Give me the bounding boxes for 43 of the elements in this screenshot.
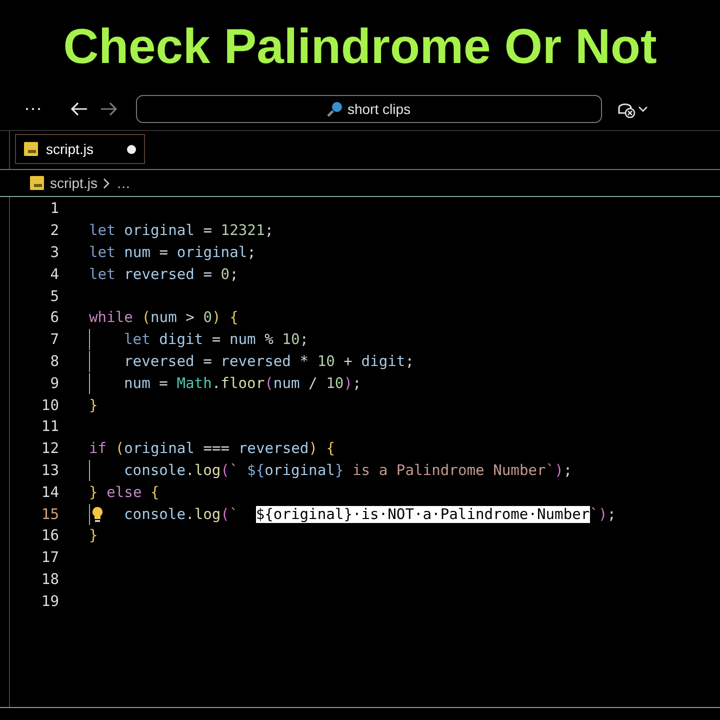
- line-number: 1: [49, 200, 59, 218]
- code-line: let num = original;: [89, 244, 256, 261]
- line-number: 9: [49, 374, 59, 392]
- video-headline: Check Palindrome Or Not: [62, 19, 658, 76]
- chevron-down-icon[interactable]: [638, 105, 648, 113]
- line-number: 16: [40, 527, 59, 544]
- js-file-icon: [30, 176, 44, 190]
- code-line: reversed = reversed * 10 + digit;: [89, 350, 414, 372]
- code-line: } else {: [89, 484, 160, 501]
- code-line: }: [89, 527, 98, 544]
- code-line: console.log(` ${original} is a Palindrome Number`);: [89, 460, 572, 481]
- chevron-right-icon: [103, 178, 110, 188]
- more-icon[interactable]: ⋯: [24, 98, 64, 120]
- line-number: 12: [40, 440, 59, 458]
- breadcrumb-item[interactable]: script.js: [50, 175, 98, 191]
- line-number: 14: [40, 484, 59, 501]
- line-number: 2: [49, 222, 59, 240]
- code-line: let original = 12321;: [89, 222, 274, 240]
- code-line: }: [89, 396, 98, 414]
- code-line: if (original === reversed) {: [89, 440, 336, 458]
- line-number: 8: [49, 352, 59, 370]
- code-line: num = Math.floor(num / 10);: [89, 372, 362, 394]
- line-number: 4: [49, 266, 59, 283]
- editor-tab[interactable]: script.js: [15, 134, 145, 164]
- line-number: 19: [40, 592, 59, 610]
- code-line: while (num > 0) {: [89, 309, 238, 326]
- line-number: 3: [49, 244, 59, 261]
- code-line: let reversed = 0;: [89, 266, 238, 283]
- search-field[interactable]: short clips: [136, 95, 602, 123]
- line-number: 13: [40, 462, 59, 479]
- line-number: 7: [49, 331, 59, 348]
- breadcrumb-item[interactable]: …: [116, 175, 130, 191]
- line-number: 5: [49, 288, 59, 305]
- line-number: 10: [40, 396, 59, 414]
- code-line: let digit = num % 10;: [89, 329, 309, 350]
- line-number: 11: [40, 418, 59, 436]
- line-number: 17: [40, 549, 59, 566]
- js-file-icon: [24, 142, 38, 156]
- line-number: 6: [49, 309, 59, 326]
- line-number: 15: [40, 506, 59, 523]
- lightbulb-icon[interactable]: [91, 506, 104, 523]
- line-number: 18: [40, 570, 59, 588]
- search-icon: [327, 101, 344, 117]
